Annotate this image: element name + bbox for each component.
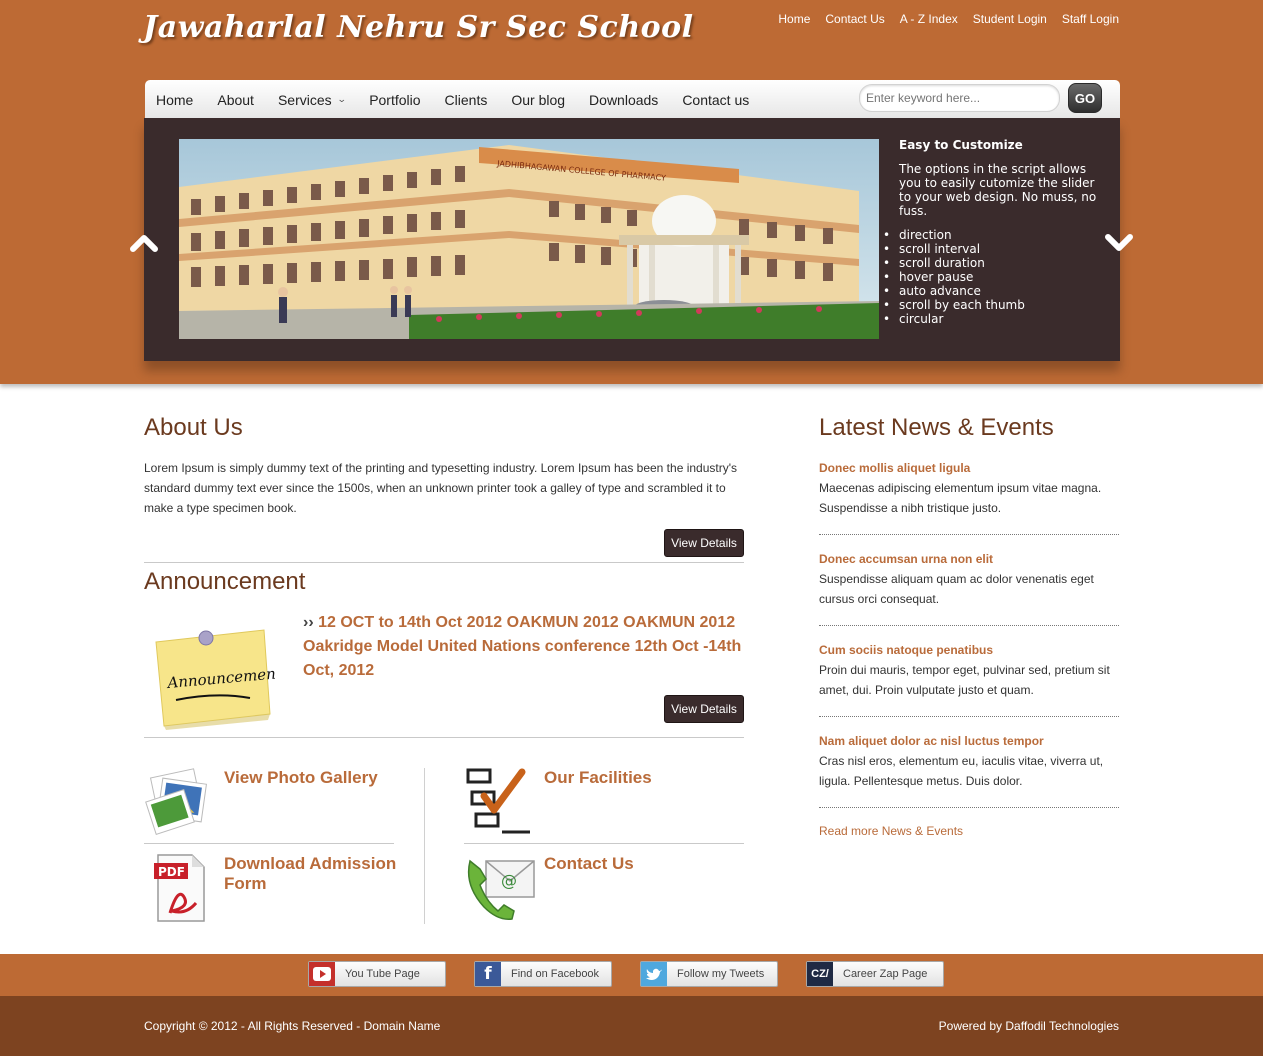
news-item-title[interactable]: Donec accumsan urna non elit: [819, 549, 1119, 569]
latest-news-title: Latest News & Events: [819, 414, 1054, 441]
nav-item-contact-us[interactable]: Contact us: [682, 92, 749, 108]
top-link-contact-us[interactable]: Contact Us: [825, 12, 884, 26]
slide-feature-item: scroll duration: [883, 256, 1109, 270]
slide-feature-item: auto advance: [883, 284, 1109, 298]
top-link-student-login[interactable]: Student Login: [973, 12, 1047, 26]
divider: [144, 843, 394, 844]
checklist-icon[interactable]: [464, 766, 534, 836]
svg-text:@: @: [501, 871, 517, 890]
divider: [144, 737, 744, 738]
about-view-details-button[interactable]: View Details: [664, 529, 744, 557]
news-item-title[interactable]: Nam aliquet dolor ac nisl luctus tempor: [819, 731, 1119, 751]
download-admission-form-link[interactable]: Download Admission Form: [224, 854, 404, 894]
pdf-label: PDF: [158, 865, 185, 879]
twitter-button[interactable]: Follow my Tweets: [640, 961, 778, 987]
slider-prev-arrow-icon[interactable]: [129, 232, 159, 254]
tiles-divider: [424, 768, 425, 924]
twitter-bird-icon: [641, 962, 667, 986]
news-item: Donec mollis aliquet ligula Maecenas adi…: [819, 458, 1119, 518]
news-divider: [819, 807, 1119, 808]
career-zap-label: Career Zap Page: [843, 968, 928, 980]
news-divider: [819, 716, 1119, 717]
slide-feature-item: direction: [883, 228, 1109, 242]
news-item-body: Maecenas adipiscing elementum ipsum vita…: [819, 481, 1102, 515]
news-divider: [819, 625, 1119, 626]
nav-item-downloads[interactable]: Downloads: [589, 92, 658, 108]
nav-item-our-blog[interactable]: Our blog: [511, 92, 565, 108]
slide-feature-item: circular: [883, 312, 1109, 326]
announcement-title: Announcement: [144, 568, 306, 595]
slide-feature-list: direction scroll interval scroll duratio…: [883, 228, 1109, 326]
contact-us-link[interactable]: Contact Us: [544, 854, 744, 874]
slide-caption-text: The options in the script allows you to …: [899, 162, 1097, 218]
search-go-button[interactable]: GO: [1068, 83, 1102, 113]
youtube-button[interactable]: You Tube Page: [308, 961, 446, 987]
news-item: Nam aliquet dolor ac nisl luctus tempor …: [819, 731, 1119, 791]
nav-item-services[interactable]: Services ⌄: [277, 91, 347, 108]
nav-item-clients[interactable]: Clients: [445, 92, 488, 108]
nav-item-services-label: Services: [277, 91, 332, 108]
slide-feature-item: hover pause: [883, 270, 1109, 284]
youtube-label: You Tube Page: [345, 968, 420, 980]
site-title: Jawaharlal Nehru Sr Sec School: [143, 10, 694, 45]
announcement-text: ›› 12 OCT to 14th Oct 2012 OAKMUN 2012 O…: [303, 611, 743, 683]
header: Jawaharlal Nehru Sr Sec School Home Cont…: [0, 0, 1263, 384]
top-link-a-z-index[interactable]: A - Z Index: [900, 12, 958, 26]
nav-item-portfolio[interactable]: Portfolio: [369, 92, 420, 108]
youtube-icon: [309, 962, 335, 986]
chevron-down-icon: ⌄: [336, 94, 347, 104]
announcement-note-image: Announcement!: [146, 622, 288, 732]
news-item: Cum sociis natoque penatibus Proin dui m…: [819, 640, 1119, 700]
news-item: Donec accumsan urna non elit Suspendisse…: [819, 549, 1119, 609]
photo-gallery-icon[interactable]: [144, 765, 214, 835]
nav-bar: Home About Services ⌄ Portfolio Clients …: [145, 80, 1120, 119]
divider: [144, 562, 744, 563]
career-zap-button[interactable]: CZ/ Career Zap Page: [806, 961, 944, 987]
image-slider: JADHIBHAGAWAN COLLEGE OF PHARMACY Easy t…: [144, 118, 1120, 361]
slider-next-arrow-icon[interactable]: [1104, 232, 1134, 254]
slide-caption: Easy to Customize The options in the scr…: [883, 138, 1109, 326]
career-zap-icon: CZ/: [807, 962, 833, 986]
nav-item-about[interactable]: About: [217, 92, 254, 108]
facebook-button[interactable]: f Find on Facebook: [474, 961, 612, 987]
top-link-staff-login[interactable]: Staff Login: [1062, 12, 1119, 26]
twitter-label: Follow my Tweets: [677, 968, 765, 980]
slide-image-college-building[interactable]: JADHIBHAGAWAN COLLEGE OF PHARMACY: [179, 139, 879, 339]
slide-feature-item: scroll by each thumb: [883, 298, 1109, 312]
top-links: Home Contact Us A - Z Index Student Logi…: [778, 12, 1119, 26]
announcement-view-details-button[interactable]: View Details: [664, 695, 744, 723]
announcement-link[interactable]: 12 OCT to 14th Oct 2012 OAKMUN 2012 OAKM…: [303, 614, 741, 679]
our-facilities-link[interactable]: Our Facilities: [544, 768, 744, 788]
news-item-body: Cras nisl eros, elementum eu, iaculis vi…: [819, 754, 1104, 788]
read-more-news-link[interactable]: Read more News & Events: [819, 824, 963, 838]
news-item-title[interactable]: Donec mollis aliquet ligula: [819, 458, 1119, 478]
news-item-body: Suspendisse aliquam quam ac dolor venena…: [819, 572, 1094, 606]
copyright-text: Copyright © 2012 - All Rights Reserved -…: [144, 1019, 441, 1033]
news-divider: [819, 534, 1119, 535]
slide-feature-item: scroll interval: [883, 242, 1109, 256]
about-us-title: About Us: [144, 414, 243, 441]
raquo-icon: ››: [303, 614, 314, 631]
news-item-body: Proin dui mauris, tempor eget, pulvinar …: [819, 663, 1110, 697]
nav-menu: Home About Services ⌄ Portfolio Clients …: [156, 80, 773, 119]
social-bar: You Tube Page f Find on Facebook Follow …: [0, 954, 1263, 996]
powered-by-text: Powered by Daffodil Technologies: [938, 1019, 1119, 1033]
divider: [464, 843, 744, 844]
about-us-text: Lorem Ipsum is simply dummy text of the …: [144, 461, 738, 515]
top-link-home[interactable]: Home: [778, 12, 810, 26]
slide-caption-title: Easy to Customize: [899, 138, 1023, 152]
news-item-title[interactable]: Cum sociis natoque penatibus: [819, 640, 1119, 660]
nav-item-home[interactable]: Home: [156, 92, 193, 108]
pdf-icon[interactable]: PDF: [150, 853, 220, 923]
view-photo-gallery-link[interactable]: View Photo Gallery: [224, 768, 394, 788]
contact-phone-mail-icon[interactable]: @: [464, 855, 535, 925]
facebook-icon: f: [475, 962, 501, 986]
facebook-label: Find on Facebook: [511, 968, 600, 980]
search-input[interactable]: [859, 84, 1060, 112]
